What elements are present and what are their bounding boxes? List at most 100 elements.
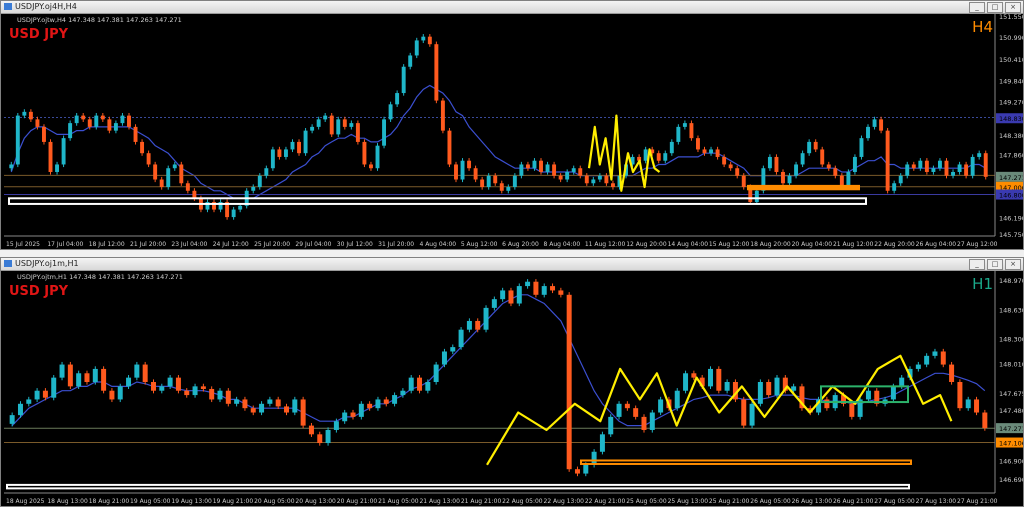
candle-body <box>584 175 589 184</box>
window-titlebar[interactable]: USDJPY.oj4H,H4 _ □ × <box>1 1 1023 14</box>
time-axis-label: 29 Jul 04:00 <box>295 241 331 248</box>
candle-body <box>525 281 531 287</box>
minimize-button[interactable]: _ <box>969 259 985 270</box>
candle-body <box>35 119 40 127</box>
candle-body <box>918 160 923 169</box>
candle-body <box>126 377 132 387</box>
maximize-button[interactable]: □ <box>987 259 1003 270</box>
candle-body <box>358 403 364 417</box>
time-axis-label: 27 Aug 13:00 <box>916 498 957 505</box>
candle-body <box>491 299 497 308</box>
price-axis-label: 146.690 <box>999 476 1023 484</box>
candle-body <box>749 403 755 426</box>
candle-body <box>833 168 838 176</box>
time-axis-label: 17 Jul 04:00 <box>47 241 83 248</box>
candle-body <box>669 141 674 154</box>
candle-body <box>599 434 605 452</box>
candle-body <box>395 93 400 105</box>
candle-body <box>146 153 151 165</box>
time-axis-label: 21 Aug 05:00 <box>378 498 419 505</box>
candle-body <box>915 364 921 369</box>
candle-body <box>610 183 615 188</box>
candle-body <box>824 399 830 409</box>
candle-body <box>757 382 763 404</box>
time-axis-label: 18 Aug 13:00 <box>47 498 88 505</box>
candle-body <box>22 111 27 116</box>
candle-body <box>400 390 406 396</box>
chart-window-h1[interactable]: USDJPY.oj1m,H1 _ □ × 148.970 148.630 148.3… <box>0 257 1024 507</box>
candle-body <box>310 126 315 131</box>
candle-body <box>722 156 727 165</box>
price-chart-h4[interactable]: 151.550 150.990 150.410 149.840 149.270 148.8… <box>1 14 1023 249</box>
time-axis-label: 25 Jul 20:00 <box>254 241 290 248</box>
time-axis-label: 21 Jul 20:00 <box>130 241 166 248</box>
candle-body <box>539 160 543 172</box>
price-axis-label: 146.800 <box>999 192 1023 200</box>
candle-body <box>852 156 857 172</box>
candle-body <box>741 175 746 188</box>
candle-body <box>508 290 514 304</box>
price-axis-label: 151.550 <box>999 14 1023 21</box>
candle-body <box>81 115 86 120</box>
candle-body <box>899 377 905 387</box>
candle-body <box>184 390 190 396</box>
time-axis-label: 27 Aug 05:00 <box>874 498 915 505</box>
candle-body <box>225 390 231 404</box>
candle-body <box>791 386 797 391</box>
time-axis-label: 12 Aug 20:00 <box>626 241 667 248</box>
candle-body <box>417 377 423 391</box>
candle-body <box>231 209 236 218</box>
maximize-button[interactable]: □ <box>987 2 1003 13</box>
time-axis-label: 27 Aug 21:00 <box>957 498 998 505</box>
chart-window-h4[interactable]: USDJPY.oj4H,H4 _ □ × 151.550 150.990 150.4… <box>0 0 1024 250</box>
close-button[interactable]: × <box>1005 259 1021 270</box>
candle-body <box>890 386 896 400</box>
candle-body <box>879 119 884 131</box>
candle-body <box>150 382 156 391</box>
candle-body <box>506 187 511 191</box>
candle-body <box>550 286 556 291</box>
candle-body <box>367 403 373 409</box>
time-axis-label: 26 Aug 13:00 <box>792 498 833 505</box>
minimize-button[interactable]: _ <box>969 2 985 13</box>
candle-body <box>866 126 870 139</box>
price-axis-label: 147.675 <box>999 390 1023 398</box>
candle-body <box>375 145 380 169</box>
candle-body <box>142 364 148 382</box>
price-axis-label: 148.830 <box>999 115 1023 123</box>
candle-body <box>292 399 298 413</box>
candle-body <box>696 138 700 150</box>
candle-body <box>965 399 971 409</box>
candle-body <box>117 386 123 400</box>
candle-body <box>656 153 661 161</box>
candle-body <box>898 175 903 184</box>
candle-body <box>932 351 938 356</box>
candle-body <box>964 164 969 176</box>
candle-body <box>192 386 198 396</box>
candle-body <box>250 408 256 413</box>
candle-body <box>892 183 897 191</box>
time-axis-label: 11 Aug 12:00 <box>585 241 626 248</box>
candle-body <box>970 156 975 176</box>
candle-body <box>682 123 687 127</box>
candle-body <box>846 171 851 188</box>
candle-body <box>297 141 301 154</box>
candle-body <box>820 149 825 165</box>
time-axis-label: 22 Aug 20:00 <box>874 241 915 248</box>
price-chart-h1[interactable]: 148.970 148.630 148.300 148.010 147.675 147.4… <box>1 271 1023 506</box>
time-axis-label: 19 Aug 05:00 <box>130 498 171 505</box>
candle-body <box>270 149 275 169</box>
price-axis-label: 147.860 <box>999 152 1023 160</box>
price-axis-label: 146.900 <box>999 457 1023 465</box>
timeframe-label: H1 <box>972 275 993 293</box>
close-button[interactable]: × <box>1005 2 1021 13</box>
symbol-label: USD JPY <box>9 27 69 42</box>
candle-body <box>109 390 115 400</box>
time-axis-label: 19 Aug 13:00 <box>171 498 212 505</box>
time-axis-label: 27 Aug 12:00 <box>957 241 998 248</box>
candle-body <box>493 175 498 184</box>
candle-body <box>467 160 472 169</box>
time-axis-label: 18 Aug 21:00 <box>89 498 130 505</box>
candle-body <box>649 412 655 430</box>
window-titlebar[interactable]: USDJPY.oj1m,H1 _ □ × <box>1 258 1023 271</box>
